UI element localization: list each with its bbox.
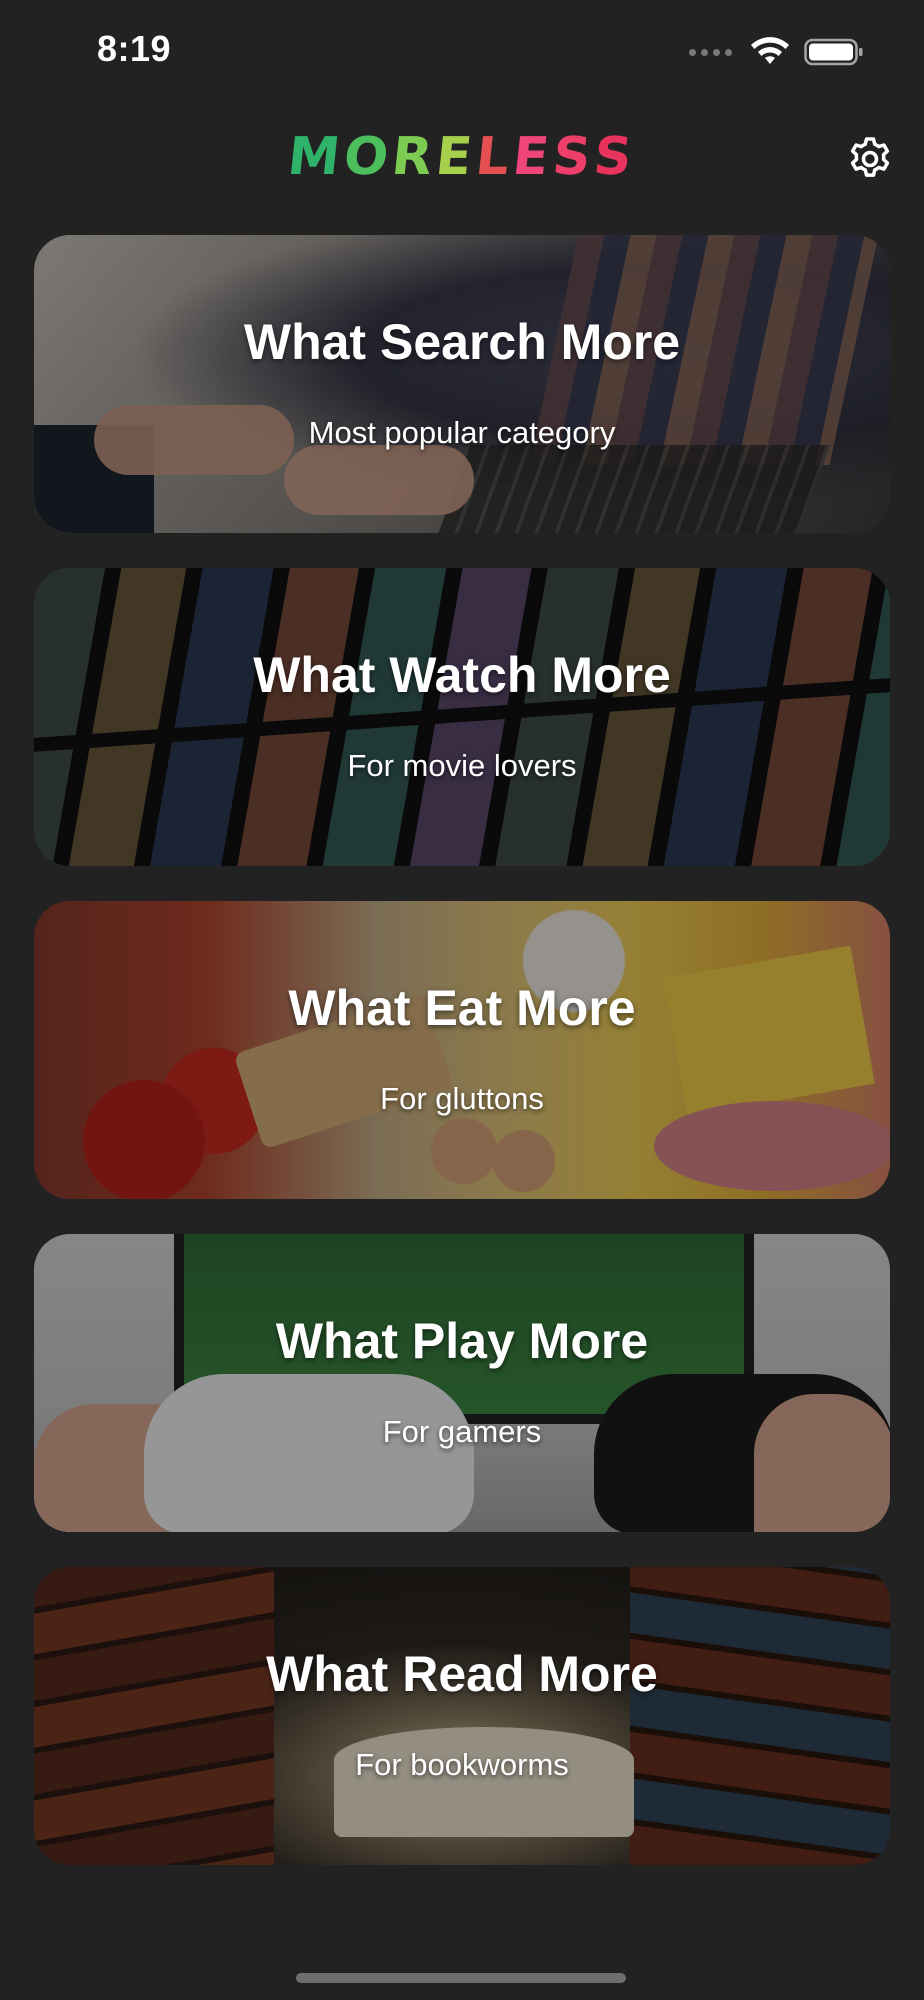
wifi-icon (751, 37, 789, 64)
logo-letter: O (341, 127, 396, 187)
category-card-eat[interactable]: What Eat More For gluttons (34, 901, 890, 1199)
cellular-signal-icon (689, 48, 732, 56)
category-list: What Search More Most popular category W… (34, 235, 890, 1900)
logo-letter: R (389, 127, 440, 187)
status-bar: 8:19 (0, 0, 924, 110)
app-logo: MORELESS (0, 127, 924, 187)
settings-button[interactable] (844, 133, 896, 185)
category-title: What Eat More (288, 980, 636, 1036)
category-title: What Watch More (253, 647, 671, 703)
category-title: What Read More (266, 1646, 658, 1702)
logo-letter: S (549, 127, 598, 187)
category-card-play[interactable]: What Play More For gamers (34, 1234, 890, 1532)
app-screen: 8:19 MORELESS What Search More Most popu… (0, 0, 924, 2000)
category-card-search[interactable]: What Search More Most popular category (34, 235, 890, 533)
category-subtitle: For bookworms (355, 1747, 569, 1782)
category-subtitle: For gluttons (380, 1081, 544, 1116)
logo-letter: M (285, 127, 348, 187)
app-header: MORELESS (0, 115, 924, 205)
home-indicator[interactable] (296, 1973, 626, 1983)
logo-letter: E (509, 127, 556, 187)
category-subtitle: Most popular category (308, 415, 616, 450)
category-subtitle: For movie lovers (347, 748, 577, 783)
category-card-read[interactable]: What Read More For bookworms (34, 1567, 890, 1865)
battery-icon (804, 38, 863, 66)
category-card-watch[interactable]: What Watch More For movie lovers (34, 568, 890, 866)
status-time: 8:19 (97, 28, 172, 69)
status-icons (689, 34, 864, 70)
logo-letter: S (590, 127, 639, 187)
category-subtitle: For gamers (382, 1414, 542, 1449)
category-title: What Search More (243, 314, 681, 370)
logo-letter: E (433, 127, 480, 187)
gear-icon (850, 137, 890, 177)
category-title: What Play More (275, 1313, 649, 1369)
